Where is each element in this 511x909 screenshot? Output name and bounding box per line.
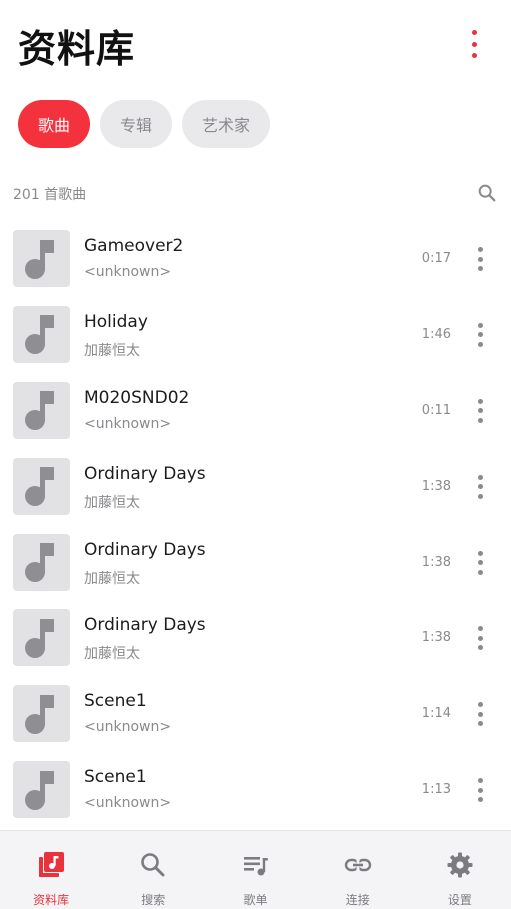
more-options-icon[interactable] bbox=[472, 626, 488, 651]
list-header: 201 首歌曲 bbox=[13, 176, 498, 210]
more-options-icon[interactable] bbox=[472, 778, 488, 803]
song-title: M020SND02 bbox=[84, 387, 190, 408]
music-note-icon bbox=[24, 315, 54, 355]
song-title: Ordinary Days bbox=[84, 539, 206, 560]
tab-playlists[interactable]: 歌单 bbox=[204, 831, 306, 909]
album-art bbox=[13, 457, 70, 515]
search-icon bbox=[141, 853, 165, 877]
list-item[interactable]: Gameover2 <unknown> 0:17 bbox=[0, 222, 511, 298]
search-icon[interactable] bbox=[476, 182, 498, 204]
album-art bbox=[13, 533, 70, 591]
music-note-icon bbox=[24, 239, 54, 279]
more-options-icon[interactable] bbox=[462, 30, 486, 58]
song-duration: 0:11 bbox=[421, 402, 451, 418]
album-art bbox=[13, 609, 70, 667]
tab-label: 连接 bbox=[345, 893, 370, 907]
song-duration: 0:17 bbox=[421, 251, 451, 266]
more-options-icon[interactable] bbox=[472, 550, 488, 575]
bottom-tab-bar: 资料库 搜索 歌单 连接 设置 bbox=[0, 830, 511, 909]
more-options-icon[interactable] bbox=[472, 702, 488, 727]
song-title: Gameover2 bbox=[84, 236, 184, 256]
song-title: Ordinary Days bbox=[84, 615, 206, 636]
song-count: 201 首歌曲 bbox=[13, 187, 87, 203]
tab-label: 资料库 bbox=[33, 893, 70, 907]
song-title: Ordinary Days bbox=[84, 463, 206, 484]
album-art bbox=[13, 761, 70, 819]
list-item[interactable]: Ordinary Days 加藤恒太 1:38 bbox=[0, 526, 511, 602]
music-note-icon bbox=[24, 391, 54, 431]
list-item[interactable]: M020SND02 <unknown> 0:11 bbox=[0, 374, 511, 450]
list-item[interactable]: Scene1 <unknown> 1:13 bbox=[0, 753, 511, 829]
music-note-icon bbox=[24, 770, 54, 810]
tab-connect[interactable]: 连接 bbox=[307, 831, 409, 909]
song-title: Scene1 bbox=[84, 767, 147, 788]
album-art bbox=[13, 230, 70, 287]
song-artist: <unknown> bbox=[84, 415, 172, 432]
list-item[interactable]: Ordinary Days 加藤恒太 1:38 bbox=[0, 450, 511, 526]
tab-search[interactable]: 搜索 bbox=[102, 831, 204, 909]
settings-icon bbox=[447, 852, 473, 878]
filter-chips: 歌曲 专辑 艺术家 bbox=[18, 100, 271, 148]
list-item[interactable]: Ordinary Days 加藤恒太 1:38 bbox=[0, 601, 511, 677]
more-options-icon[interactable] bbox=[472, 474, 488, 499]
song-duration: 1:38 bbox=[421, 630, 451, 646]
link-icon bbox=[344, 858, 371, 872]
song-duration: 1:38 bbox=[421, 478, 451, 494]
song-duration: 1:46 bbox=[421, 326, 451, 342]
tab-label: 歌单 bbox=[243, 893, 268, 907]
song-artist: <unknown> bbox=[84, 795, 172, 812]
song-artist: 加藤恒太 bbox=[84, 646, 140, 663]
tab-label: 设置 bbox=[447, 893, 472, 907]
more-options-icon[interactable] bbox=[472, 398, 488, 423]
song-title: Scene1 bbox=[84, 691, 147, 712]
more-options-icon[interactable] bbox=[472, 247, 488, 271]
more-options-icon[interactable] bbox=[472, 322, 488, 347]
list-item[interactable]: Scene1 <unknown> 1:14 bbox=[0, 677, 511, 753]
song-duration: 1:13 bbox=[421, 782, 451, 798]
song-artist: 加藤恒太 bbox=[84, 570, 140, 587]
music-note-icon bbox=[24, 618, 54, 658]
page-title: 资料库 bbox=[18, 27, 136, 71]
playlist-icon bbox=[243, 857, 268, 876]
music-note-icon bbox=[24, 543, 54, 583]
tab-library[interactable]: 资料库 bbox=[0, 831, 102, 909]
album-art bbox=[13, 305, 70, 363]
song-artist: 加藤恒太 bbox=[84, 494, 140, 511]
chip-artists[interactable]: 艺术家 bbox=[182, 100, 271, 148]
song-duration: 1:14 bbox=[421, 706, 451, 722]
tab-label: 搜索 bbox=[141, 893, 166, 907]
header: 资料库 bbox=[0, 0, 511, 92]
song-artist: <unknown> bbox=[84, 264, 172, 280]
song-list: Gameover2 <unknown> 0:17 Holiday 加藤恒太 1:… bbox=[0, 222, 511, 829]
song-duration: 1:38 bbox=[421, 554, 451, 570]
song-artist: <unknown> bbox=[84, 719, 172, 736]
album-art bbox=[13, 381, 70, 439]
song-artist: 加藤恒太 bbox=[84, 342, 140, 359]
album-art bbox=[13, 685, 70, 743]
chip-songs[interactable]: 歌曲 bbox=[18, 100, 91, 148]
list-item[interactable]: Holiday 加藤恒太 1:46 bbox=[0, 298, 511, 374]
tab-settings[interactable]: 设置 bbox=[409, 831, 511, 909]
library-music-icon bbox=[39, 852, 65, 877]
chip-albums[interactable]: 专辑 bbox=[100, 100, 173, 148]
music-note-icon bbox=[24, 694, 54, 734]
song-title: Holiday bbox=[84, 311, 148, 332]
music-note-icon bbox=[24, 467, 54, 507]
